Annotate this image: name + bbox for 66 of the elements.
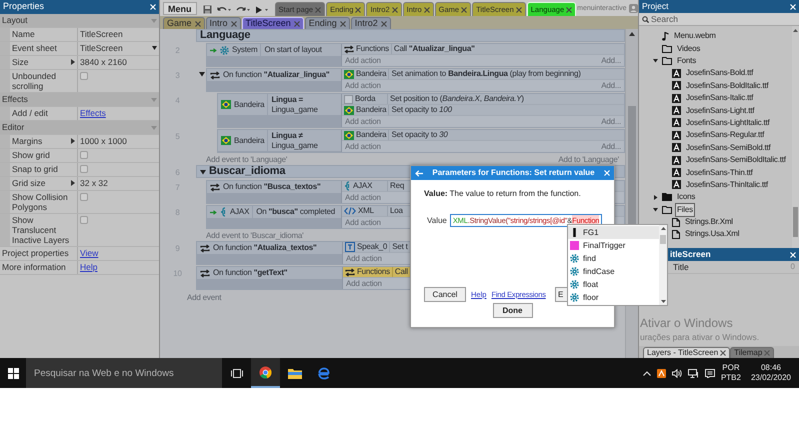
action-text: Set opacity to 100: [390, 104, 453, 116]
property-label: More information: [2, 262, 66, 272]
property-value: 3840 x 2160: [80, 57, 127, 67]
action-text: Set animation to Bandeira.Lingua (play from beginning): [390, 68, 582, 80]
object-name: Bandeira: [234, 134, 264, 146]
property-label: Add / edit: [12, 108, 48, 118]
object-name: AJAX: [353, 180, 372, 192]
action-text: Set t: [391, 241, 409, 253]
dialog-description: Value: The value to return from the function.: [424, 188, 582, 200]
condition-text: On "busca" completed: [255, 206, 336, 218]
property-value: 32 x 32: [80, 178, 108, 188]
property-label: Size: [12, 57, 29, 67]
property-label: Project properties: [2, 248, 69, 258]
object-name: Borda: [355, 93, 376, 105]
panel-title: itleScreen: [670, 248, 711, 261]
panel-title: Properties: [3, 0, 44, 14]
action-text: Call: [394, 266, 409, 278]
condition-text: On function "Busca_textos": [223, 181, 321, 193]
object-name: AJAX: [230, 206, 250, 218]
field-label: Value: [427, 214, 447, 226]
object-name: Speak_0: [357, 241, 388, 253]
action-text: Set opacity to 30: [390, 129, 449, 141]
condition-text: On function "Atualizar_lingua": [223, 69, 330, 81]
object-name: XML: [358, 205, 374, 217]
group-title: Buscar_idioma: [209, 164, 286, 180]
section-title: Effects: [2, 93, 28, 106]
property-label: Margins: [12, 136, 42, 146]
action-text: Set position to (Bandeira.X, Bandeira.Y): [389, 93, 525, 105]
property-label: Snap to grid: [12, 164, 58, 174]
activation-notice: urações para ativar o Windows.: [640, 331, 760, 344]
layer-name: Title: [673, 260, 689, 274]
clock-date: 23/02/2020: [750, 373, 791, 383]
property-label: Event sheet: [12, 43, 57, 53]
condition-text: On function "getText": [213, 267, 288, 279]
panel-title: Project: [642, 0, 668, 13]
property-label: Show Collision Polygons: [12, 192, 69, 212]
property-value: 1000 x 1000: [80, 136, 127, 146]
condition-text: Lingua ≠ Lingua_game: [270, 130, 319, 151]
object-name: Functions: [356, 43, 389, 55]
language-text: PTB2: [720, 373, 741, 383]
object-name: Functions: [357, 266, 390, 278]
object-name: System: [232, 44, 258, 56]
object-name: Bandeira: [356, 129, 386, 141]
activation-notice: Ativar o Windows: [640, 315, 733, 332]
layer-count: 0: [790, 261, 795, 273]
section-title: Layout: [2, 14, 28, 27]
clock-time: 08:46: [760, 363, 781, 373]
object-name: Bandeira: [356, 104, 386, 116]
language-text: POR: [722, 363, 740, 373]
object-name: Bandeira: [356, 68, 386, 80]
action-text: Loa: [389, 205, 404, 217]
action-text: Call "Atualizar_lingua": [392, 43, 476, 55]
object-name: Bandeira: [234, 98, 264, 110]
property-label: Show grid: [12, 150, 50, 160]
condition-text: Lingua = Lingua_game: [270, 94, 319, 115]
action-text: Req: [389, 180, 406, 192]
property-value: TitleScreen: [80, 29, 123, 39]
dialog-title: Parameters for Functions: Set return value: [432, 167, 595, 179]
property-label: Name: [12, 29, 35, 39]
section-title: Editor: [2, 121, 24, 134]
group-title: Language: [200, 28, 250, 44]
property-label: Show Translucent Inactive Layers: [12, 215, 70, 245]
condition-text: On function "Atualiza_textos": [213, 242, 317, 254]
property-label: Grid size: [12, 178, 46, 188]
condition-text: On start of layout: [263, 44, 323, 56]
property-label: Unbounded scrolling: [12, 71, 57, 91]
